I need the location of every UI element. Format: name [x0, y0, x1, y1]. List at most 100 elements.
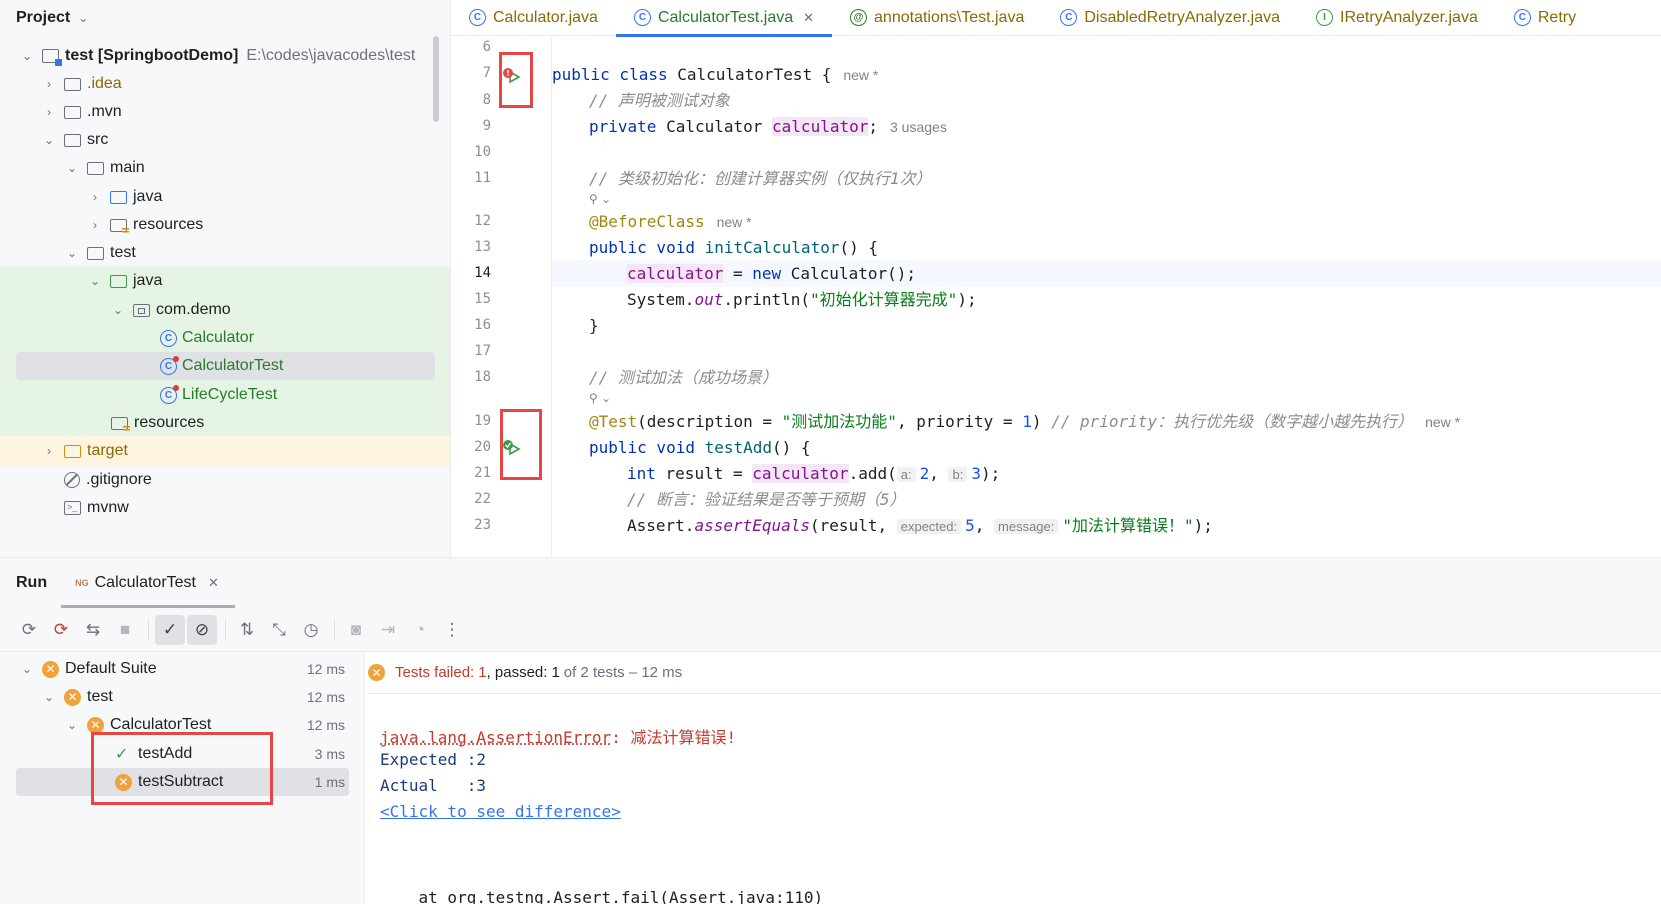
usages-hint[interactable]: 3 usages — [890, 119, 947, 135]
result-time: 12 ms — [306, 717, 345, 733]
tree-item-target[interactable]: › target — [0, 436, 450, 466]
tab-iretryanalyzer[interactable]: I IRetryAnalyzer.java — [1298, 0, 1496, 36]
rerun-icon[interactable]: ⟳ — [14, 615, 44, 645]
tree-item-root[interactable]: ⌄ test [SpringbootDemo] E:\codes\javacod… — [0, 41, 450, 71]
coverage-icon[interactable]: ◔ — [405, 615, 435, 645]
chevron-right-icon[interactable]: › — [42, 77, 56, 91]
project-scrollbar[interactable] — [433, 36, 439, 122]
result-time: 1 ms — [314, 774, 345, 790]
tree-item-idea[interactable]: › .idea — [0, 69, 450, 99]
chevron-down-icon[interactable]: ⌄ — [20, 662, 34, 676]
result-label: Default Suite — [65, 660, 157, 677]
testng-icon: NG — [75, 578, 89, 588]
close-icon[interactable]: ✕ — [803, 10, 814, 26]
tree-item-main[interactable]: ⌄ main — [0, 153, 450, 183]
tab-label: CalculatorTest.java — [657, 8, 794, 26]
tree-item-label: LifeCycleTest — [182, 386, 278, 403]
result-default-suite[interactable]: ⌄ ✕ Default Suite 12 ms — [0, 654, 365, 684]
annotation-icon: @ — [850, 9, 868, 26]
chevron-down-icon[interactable]: ⌄ — [65, 246, 79, 260]
tab-calculatortest[interactable]: C CalculatorTest.java ✕ — [615, 0, 833, 37]
code-line-21: int result = calculator.add(a: 2, b: 3); — [627, 464, 1001, 483]
code-line-12: @BeforeClass new * — [589, 212, 752, 231]
source-folder-icon — [110, 190, 127, 204]
sort-icon[interactable]: ⇅ — [232, 615, 262, 645]
show-passed-icon[interactable]: ✓ — [155, 614, 185, 645]
chevron-right-icon[interactable]: › — [42, 105, 56, 119]
import-tests-icon[interactable]: ⇥ — [373, 615, 403, 645]
chevron-down-icon[interactable]: ⌄ — [42, 133, 56, 147]
code-line-23: Assert.assertEquals(result, expected: 5, … — [627, 516, 1213, 535]
more-icon[interactable]: ⋮ — [437, 615, 467, 645]
chevron-down-icon[interactable]: ⌄ — [88, 274, 102, 288]
project-panel-header[interactable]: Project ⌄ — [0, 0, 450, 36]
highlight-box — [499, 52, 533, 108]
code-line-7: public class CalculatorTest {new * — [552, 65, 879, 84]
tab-annotations-test[interactable]: @ annotations\Test.java — [832, 0, 1042, 36]
chevron-down-icon[interactable]: ⌄ — [42, 690, 56, 704]
tree-item-main-resources[interactable]: › resources — [0, 210, 450, 240]
tree-item-test[interactable]: ⌄ test — [0, 238, 450, 268]
tree-item-mvnw[interactable]: >_ mvnw — [0, 493, 450, 523]
tab-retry[interactable]: C Retry — [1496, 0, 1594, 36]
line-number: 9 — [482, 118, 491, 134]
resources-folder-icon — [110, 218, 129, 234]
param-hint: expected: — [896, 519, 962, 534]
module-icon — [42, 49, 62, 66]
ignore-file-icon — [64, 472, 80, 488]
code-lens[interactable]: ⚲ ⌄ — [552, 387, 1661, 407]
history-icon[interactable]: ◷ — [296, 615, 326, 645]
camera-icon[interactable]: ◙ — [341, 615, 371, 645]
code-area[interactable]: public class CalculatorTest {new * // 声明… — [551, 37, 1661, 557]
tree-item-lifecycletest[interactable]: C LifeCycleTest — [0, 380, 450, 410]
chevron-right-icon[interactable]: › — [88, 218, 102, 232]
collapse-all-icon[interactable]: ⤡ — [264, 615, 294, 645]
stop-icon[interactable]: ■ — [110, 615, 140, 645]
test-class-icon: C — [160, 355, 179, 375]
interface-icon: I — [1316, 9, 1334, 26]
code-lens[interactable]: ⚲ ⌄ — [552, 188, 1661, 208]
close-icon[interactable]: ✕ — [208, 575, 219, 591]
tree-item-test-resources[interactable]: resources — [0, 408, 450, 438]
line-number: 20 — [474, 439, 491, 455]
tree-item-calculatortest[interactable]: C CalculatorTest — [0, 351, 450, 381]
chevron-down-icon[interactable]: ⌄ — [20, 49, 34, 63]
rerun-failed-icon[interactable]: ⟳ — [46, 615, 76, 645]
failed-icon: ✕ — [87, 716, 104, 734]
tree-item-mvn[interactable]: › .mvn — [0, 97, 450, 127]
tab-calculator[interactable]: C Calculator.java — [451, 0, 616, 36]
line-number: 10 — [474, 144, 491, 160]
tree-item-label: resources — [133, 216, 204, 233]
tree-item-gitignore[interactable]: .gitignore — [0, 465, 450, 495]
run-tab-calculatortest[interactable]: NG CalculatorTest ✕ — [61, 558, 235, 608]
chevron-down-icon[interactable]: ⌄ — [65, 718, 79, 732]
show-ignored-icon[interactable]: ⊘ — [187, 614, 217, 645]
tree-item-package[interactable]: ⌄ com.demo — [0, 295, 450, 325]
tree-item-main-java[interactable]: › java — [0, 182, 450, 212]
toggle-auto-test-icon[interactable]: ⇆ — [78, 615, 108, 645]
see-difference-link[interactable]: <Click to see difference> — [380, 802, 621, 821]
test-console[interactable]: ✕ Tests failed: 1 , passed: 1 of 2 tests… — [366, 652, 1661, 904]
tree-item-calculator[interactable]: C Calculator — [0, 323, 450, 353]
tab-disabledretryanalyzer[interactable]: C DisabledRetryAnalyzer.java — [1042, 0, 1298, 36]
code-line-16: } — [589, 316, 599, 335]
folder-icon — [87, 246, 104, 260]
code-line-22: // 断言：验证结果是否等于预期（5） — [627, 490, 906, 509]
chevron-down-icon[interactable]: ⌄ — [65, 161, 79, 175]
line-number: 16 — [474, 317, 491, 333]
chevron-right-icon[interactable]: › — [42, 444, 56, 458]
tree-item-test-java[interactable]: ⌄ java — [0, 266, 450, 296]
line-number: 11 — [474, 170, 491, 186]
test-summary: ✕ Tests failed: 1 , passed: 1 of 2 tests… — [366, 652, 1661, 694]
test-class-icon: C — [160, 384, 179, 404]
line-number: 23 — [474, 517, 491, 533]
class-icon: C — [160, 329, 177, 347]
tree-item-label: Calculator — [182, 329, 255, 346]
failed-icon: ✕ — [42, 660, 59, 678]
result-test[interactable]: ⌄ ✕ test 12 ms — [0, 682, 365, 712]
line-number: 21 — [474, 465, 491, 481]
tree-item-label: src — [87, 131, 109, 148]
chevron-right-icon[interactable]: › — [88, 190, 102, 204]
chevron-down-icon[interactable]: ⌄ — [111, 303, 125, 317]
tree-item-src[interactable]: ⌄ src — [0, 125, 450, 155]
